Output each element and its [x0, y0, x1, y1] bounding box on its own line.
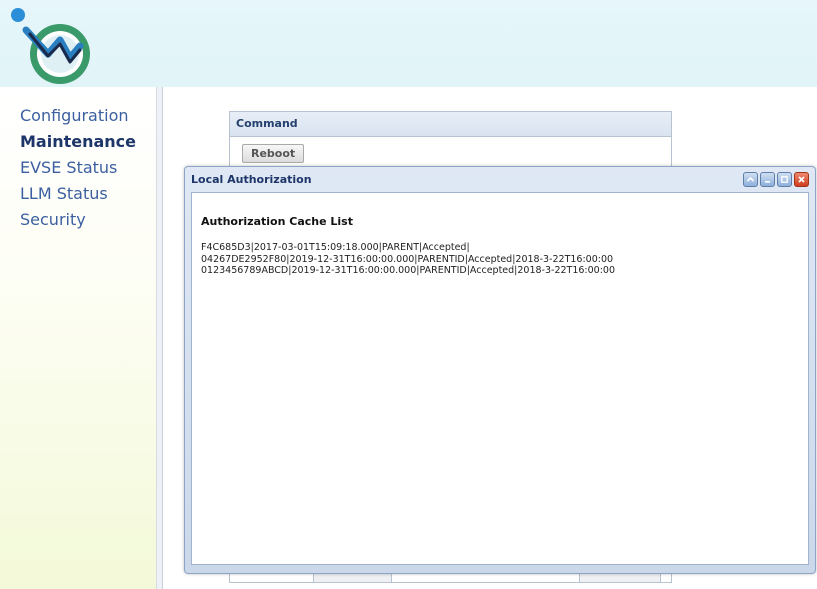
- nav-item-configuration[interactable]: Configuration: [20, 106, 129, 125]
- dialog-title: Local Authorization: [191, 173, 312, 186]
- cache-list-title: Authorization Cache List: [201, 215, 353, 228]
- minimize-icon[interactable]: [760, 172, 775, 187]
- cache-entry: 0123456789ABCD|2019-12-31T16:00:00.000|P…: [201, 265, 616, 276]
- sidebar-nav: Configuration Maintenance EVSE Status LL…: [0, 87, 157, 589]
- maximize-icon[interactable]: [777, 172, 792, 187]
- nav-item-maintenance[interactable]: Maintenance: [20, 132, 136, 151]
- collapse-icon[interactable]: [743, 172, 758, 187]
- app-logo: [11, 8, 90, 84]
- local-authorization-dialog: Local Authorization Authorization Cache …: [184, 166, 816, 574]
- dialog-window-controls: [743, 172, 809, 187]
- nav-item-evse-status[interactable]: EVSE Status: [20, 158, 117, 177]
- cache-list: F4C685D3|2017-03-01T15:09:18.000|PARENT|…: [201, 242, 615, 277]
- nav-item-security[interactable]: Security: [20, 210, 86, 229]
- reboot-button[interactable]: Reboot: [242, 144, 305, 163]
- cache-entry: 04267DE2952F80|2019-12-31T16:00:00.000|P…: [201, 253, 614, 265]
- command-panel-title: Command: [230, 112, 671, 137]
- nav-item-llm-status[interactable]: LLM Status: [20, 184, 108, 203]
- cache-entry: F4C685D3|2017-03-01T15:09:18.000|PARENT|…: [201, 242, 470, 253]
- close-icon[interactable]: [794, 172, 809, 187]
- header-bar: [0, 0, 817, 87]
- dialog-content: Authorization Cache List F4C685D3|2017-0…: [191, 192, 809, 565]
